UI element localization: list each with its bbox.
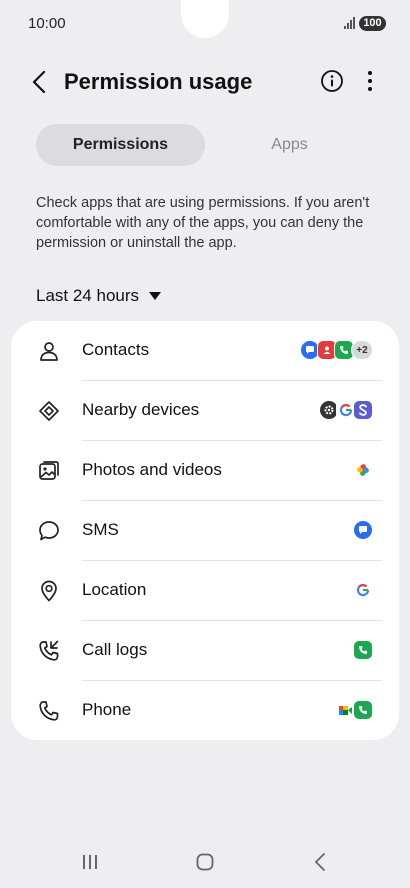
app-icons	[353, 639, 373, 661]
time-filter-dropdown[interactable]: Last 24 hours	[36, 284, 162, 308]
call-log-icon	[39, 640, 59, 661]
permission-row-contacts[interactable]: Contacts +2	[11, 321, 399, 381]
permission-row-call-logs[interactable]: Call logs	[11, 621, 399, 681]
samsung-app-icon	[353, 400, 373, 420]
permission-label: SMS	[82, 520, 119, 539]
google-app-icon	[353, 580, 373, 600]
nav-back-icon[interactable]	[310, 852, 330, 872]
permission-label: Nearby devices	[82, 400, 200, 419]
permission-row-location[interactable]: Location	[11, 561, 399, 621]
signal-icon	[344, 17, 355, 29]
screen: 10:00 100 Permission usage Permissions A…	[0, 0, 410, 888]
recent-apps-icon[interactable]	[80, 852, 100, 872]
permission-row-phone[interactable]: Phone	[11, 681, 399, 741]
app-icons	[353, 459, 373, 481]
photo-icon	[39, 461, 59, 480]
permission-label: Phone	[82, 700, 132, 719]
battery-icon: 100	[359, 16, 386, 31]
phone-app-icon	[353, 700, 373, 720]
phone-app-icon	[353, 640, 373, 660]
more-vert-icon	[368, 71, 372, 91]
battery-level: 100	[363, 17, 382, 29]
more-options-button[interactable]	[360, 69, 380, 93]
permission-label: Contacts	[82, 340, 150, 359]
back-button[interactable]	[26, 68, 52, 96]
permissions-list: Contacts +2 Nearby devices Photos and vi…	[11, 321, 399, 740]
permission-row-nearby-devices[interactable]: Nearby devices	[11, 381, 399, 441]
page-title: Permission usage	[64, 69, 253, 94]
messages-app-icon	[353, 520, 373, 540]
nearby-devices-icon	[39, 401, 59, 421]
tab-permissions[interactable]: Permissions	[36, 124, 205, 166]
permission-label: Location	[82, 580, 147, 599]
permission-label: Call logs	[82, 640, 148, 659]
description-text: Check apps that are using permissions. I…	[36, 195, 370, 251]
location-pin-icon	[41, 580, 57, 602]
status-bar: 10:00 100	[0, 0, 410, 48]
app-icons	[353, 519, 373, 541]
photos-app-icon	[353, 460, 373, 480]
chevron-left-icon	[32, 71, 46, 93]
app-icons	[353, 579, 373, 601]
info-icon[interactable]	[320, 69, 344, 93]
permission-row-sms[interactable]: SMS	[11, 501, 399, 561]
permission-label: Photos and videos	[82, 460, 222, 479]
phone-icon	[39, 701, 59, 721]
camera-notch	[181, 0, 229, 38]
permission-row-photos-videos[interactable]: Photos and videos	[11, 441, 399, 501]
navigation-bar	[0, 840, 410, 888]
app-bar: Permission usage	[0, 60, 410, 104]
dropdown-arrow-icon	[149, 292, 162, 300]
chat-bubble-icon	[39, 521, 59, 541]
app-icons	[319, 399, 373, 421]
person-icon	[40, 342, 58, 361]
status-time: 10:00	[28, 15, 66, 32]
tab-bar: Permissions Apps	[36, 124, 374, 166]
app-icons	[336, 699, 373, 721]
time-filter-label: Last 24 hours	[36, 286, 140, 305]
app-icons: +2	[300, 339, 373, 361]
home-icon[interactable]	[195, 852, 215, 872]
more-apps-count: +2	[351, 340, 373, 360]
tab-apps[interactable]: Apps	[205, 124, 374, 166]
